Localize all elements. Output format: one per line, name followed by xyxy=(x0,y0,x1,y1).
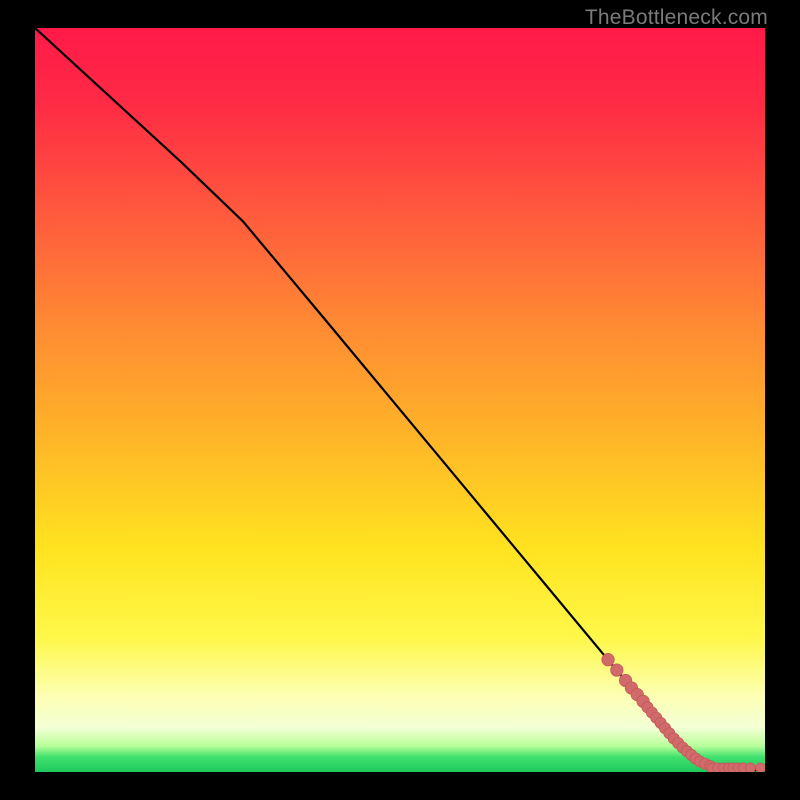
chart-marker xyxy=(745,763,755,772)
chart-panel xyxy=(35,28,765,772)
watermark-text: TheBottleneck.com xyxy=(585,6,768,30)
chart-markers xyxy=(602,653,765,772)
chart-marker xyxy=(756,763,765,772)
chart-svg xyxy=(35,28,765,772)
chart-line xyxy=(35,28,765,771)
chart-marker xyxy=(602,653,614,665)
chart-stage: TheBottleneck.com xyxy=(0,0,800,800)
chart-marker xyxy=(611,664,623,676)
